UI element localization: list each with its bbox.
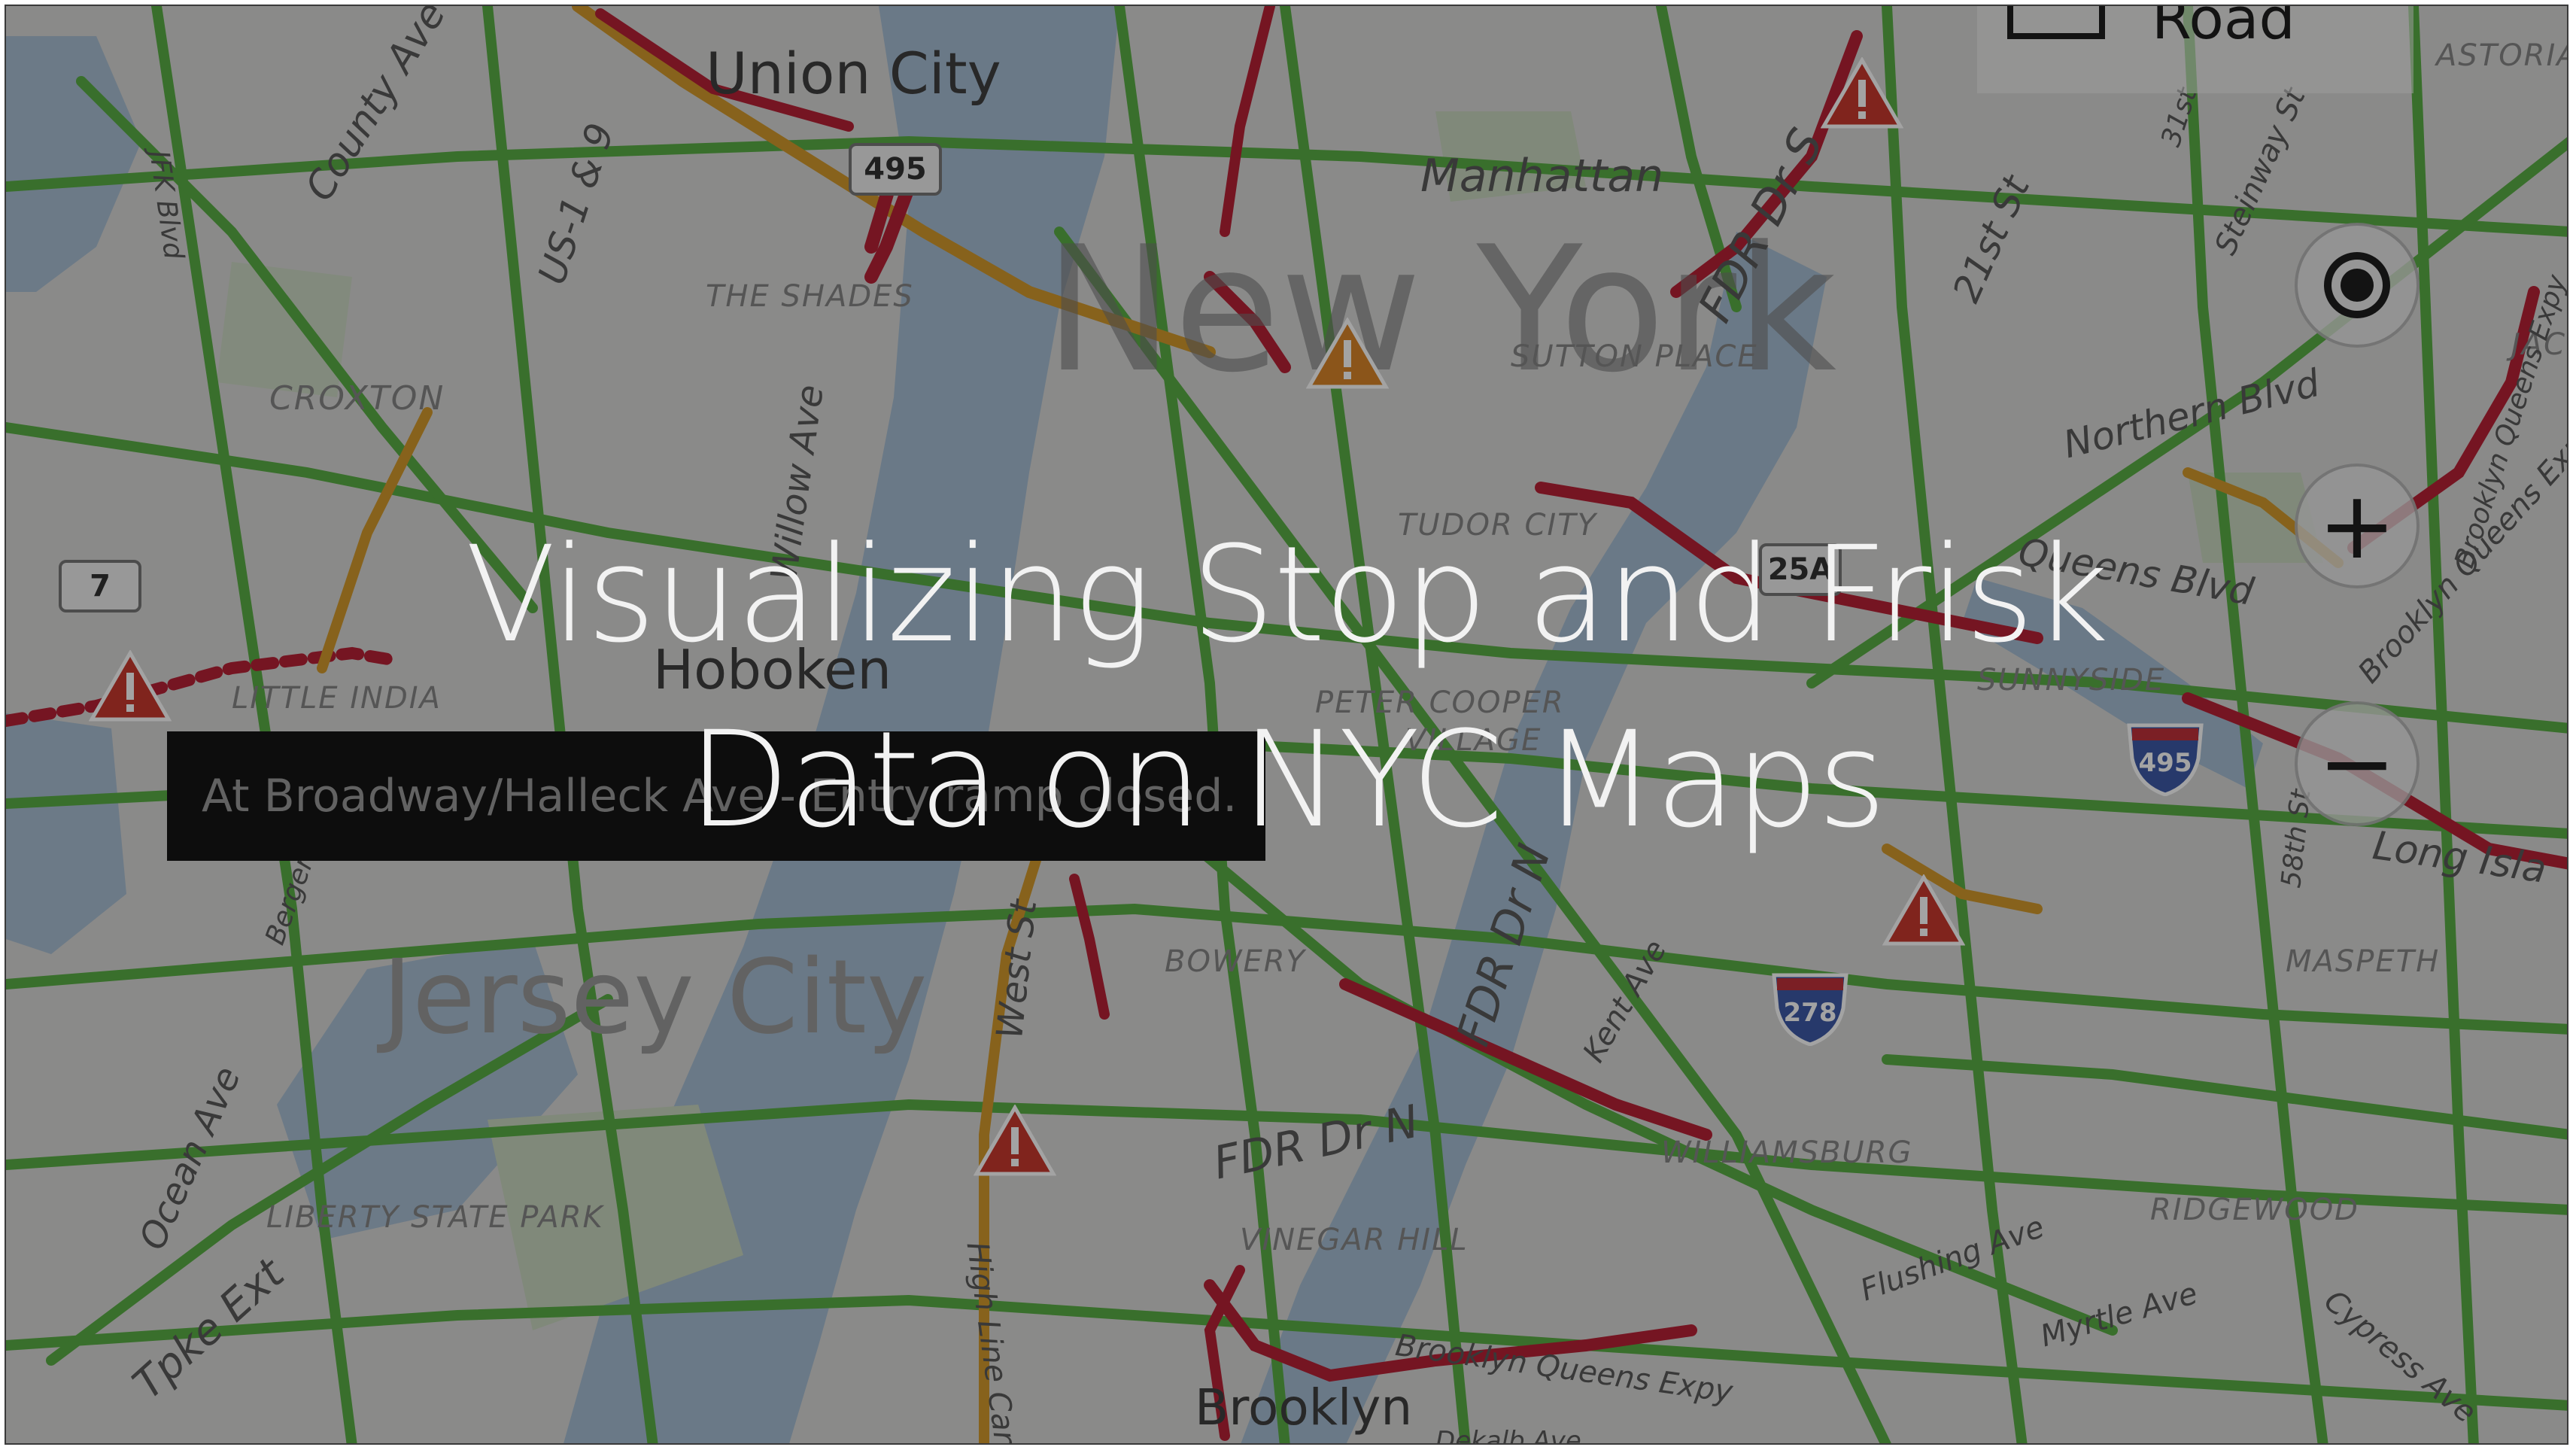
slide-title-line-1: Visualizing Stop and Frisk bbox=[465, 518, 2109, 672]
slide-title-line-2: Data on NYC Maps bbox=[688, 703, 1887, 857]
slide-title: Visualizing Stop and Frisk Data on NYC M… bbox=[6, 503, 2567, 873]
slide-frame: Union City Hoboken Jersey City Brooklyn … bbox=[5, 5, 2568, 1445]
